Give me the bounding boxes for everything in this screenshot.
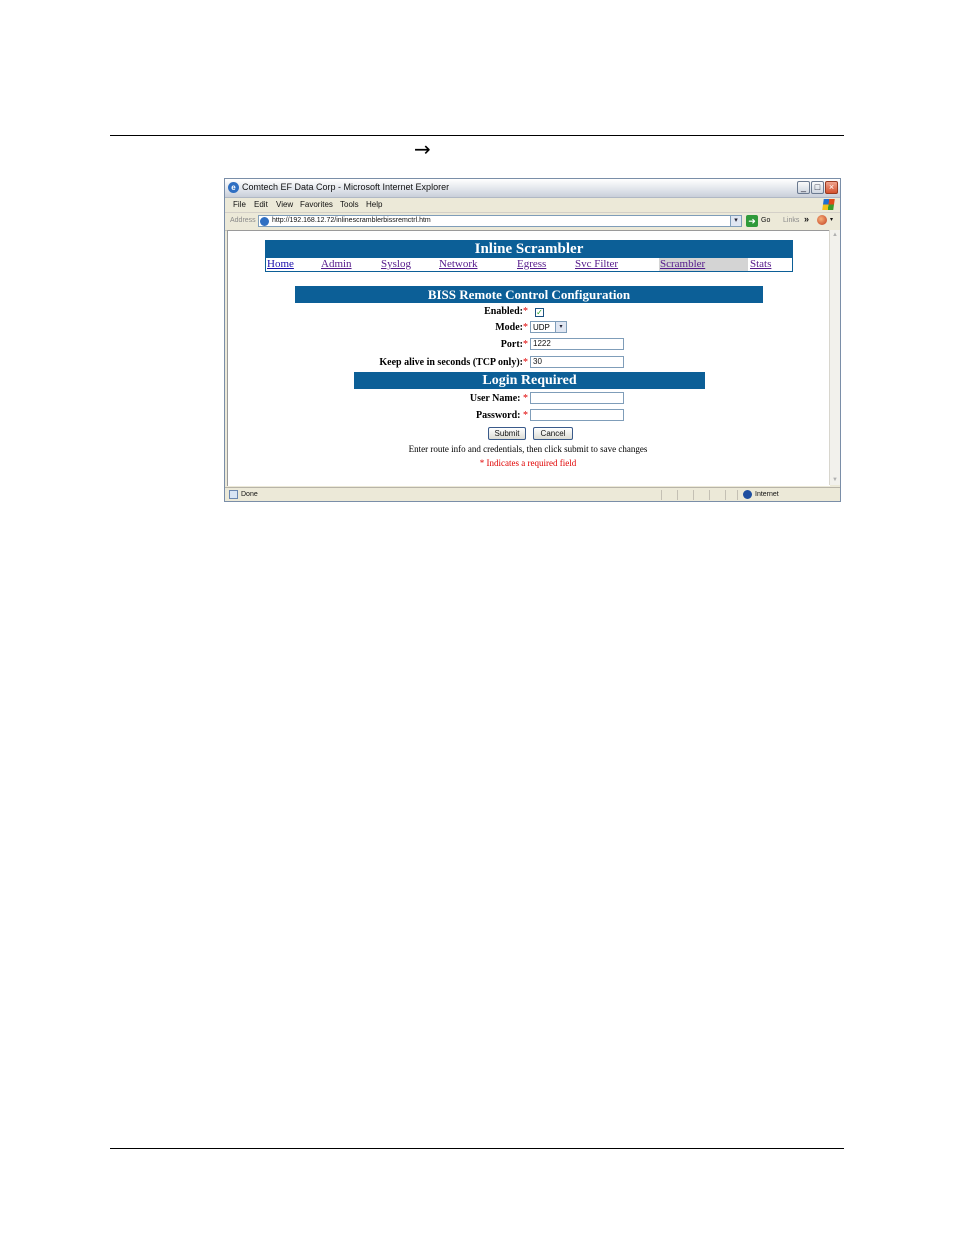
menu-tools[interactable]: Tools bbox=[340, 200, 359, 209]
minimize-button[interactable]: _ bbox=[797, 181, 810, 194]
username-label: User Name: * bbox=[469, 393, 528, 404]
close-button[interactable]: × bbox=[825, 181, 838, 194]
address-dropdown-icon[interactable]: ▾ bbox=[730, 216, 741, 226]
address-label: Address bbox=[230, 217, 256, 224]
keepalive-label: Keep alive in seconds (TCP only):* bbox=[379, 357, 528, 368]
mode-value: UDP bbox=[533, 323, 550, 332]
cancel-button[interactable]: Cancel bbox=[533, 427, 573, 440]
go-button[interactable]: Go bbox=[761, 217, 770, 224]
internet-zone-icon bbox=[743, 490, 752, 499]
nav-stats-link[interactable]: Stats bbox=[750, 258, 771, 270]
mode-select[interactable]: UDP ▾ bbox=[530, 321, 567, 333]
page-header: Inline Scrambler bbox=[265, 240, 793, 258]
status-divider bbox=[693, 490, 694, 500]
menu-favorites[interactable]: Favorites bbox=[300, 200, 333, 209]
login-title: Login Required bbox=[354, 372, 705, 389]
nav-admin-link[interactable]: Admin bbox=[321, 258, 352, 270]
username-input[interactable] bbox=[530, 392, 624, 404]
menu-bar: File Edit View Favorites Tools Help bbox=[225, 198, 840, 213]
port-label: Port:* bbox=[500, 339, 528, 350]
keepalive-input[interactable]: 30 bbox=[530, 356, 624, 368]
submit-button[interactable]: Submit bbox=[488, 427, 526, 440]
nav-home-link[interactable]: Home bbox=[267, 258, 294, 270]
nav-bar: Home Admin Syslog Network Egress Svc Fil… bbox=[265, 258, 793, 272]
address-bar: Address http://192.168.12.72/inlinescram… bbox=[225, 213, 840, 231]
scroll-down-icon[interactable]: ▼ bbox=[831, 476, 839, 484]
menu-edit[interactable]: Edit bbox=[254, 200, 268, 209]
vertical-scrollbar[interactable]: ▲ ▼ bbox=[829, 230, 840, 485]
maximize-button[interactable]: □ bbox=[811, 181, 824, 194]
enabled-checkbox[interactable]: ✓ bbox=[535, 308, 544, 317]
nav-syslog-link[interactable]: Syslog bbox=[381, 258, 411, 270]
status-divider bbox=[709, 490, 710, 500]
address-url: http://192.168.12.72/inlinescramblerbiss… bbox=[272, 217, 431, 224]
status-divider bbox=[725, 490, 726, 500]
document-top-rule bbox=[110, 135, 844, 136]
page-content: Inline Scrambler Home Admin Syslog Netwo… bbox=[227, 230, 830, 486]
toolbar-dropdown-icon[interactable]: ▾ bbox=[830, 216, 833, 223]
scroll-up-icon[interactable]: ▲ bbox=[831, 231, 839, 239]
nav-svc-filter-link[interactable]: Svc Filter bbox=[575, 258, 618, 270]
title-bar: e Comtech EF Data Corp - Microsoft Inter… bbox=[225, 179, 840, 198]
document-bottom-rule bbox=[110, 1148, 844, 1149]
status-text: Done bbox=[241, 491, 258, 498]
required-mark: * bbox=[523, 306, 528, 317]
mode-label: Mode:* bbox=[495, 322, 528, 333]
page-icon bbox=[260, 217, 269, 226]
password-input[interactable] bbox=[530, 409, 624, 421]
links-button[interactable]: Links bbox=[783, 217, 799, 224]
toolbar-extension-icon[interactable] bbox=[817, 215, 827, 225]
password-label: Password: * bbox=[476, 410, 528, 421]
status-bar: Done Internet bbox=[225, 487, 840, 501]
right-arrow-icon: → bbox=[414, 137, 431, 161]
go-arrow-icon[interactable]: ➜ bbox=[746, 215, 758, 227]
menu-file[interactable]: File bbox=[233, 200, 246, 209]
required-field-note: * Indicates a required field bbox=[479, 458, 577, 468]
status-divider bbox=[661, 490, 662, 500]
menu-help[interactable]: Help bbox=[366, 200, 382, 209]
section-title: BISS Remote Control Configuration bbox=[295, 286, 763, 303]
nav-network-link[interactable]: Network bbox=[439, 258, 478, 270]
window-controls: _ □ × bbox=[797, 181, 838, 194]
instruction-text: Enter route info and credentials, then c… bbox=[408, 444, 648, 454]
status-divider bbox=[737, 490, 738, 500]
enabled-label: Enabled:* bbox=[484, 306, 528, 317]
status-divider bbox=[677, 490, 678, 500]
page-status-icon bbox=[229, 490, 238, 499]
chevron-right-icon[interactable]: » bbox=[804, 214, 809, 224]
port-input[interactable]: 1222 bbox=[530, 338, 624, 350]
windows-logo-icon bbox=[822, 199, 835, 210]
address-input[interactable]: http://192.168.12.72/inlinescramblerbiss… bbox=[258, 215, 742, 227]
nav-egress-link[interactable]: Egress bbox=[517, 258, 546, 270]
zone-text: Internet bbox=[755, 491, 779, 498]
nav-scrambler-link[interactable]: Scrambler bbox=[660, 258, 705, 270]
browser-window: e Comtech EF Data Corp - Microsoft Inter… bbox=[224, 178, 841, 502]
ie-logo-icon: e bbox=[228, 182, 239, 193]
window-title: Comtech EF Data Corp - Microsoft Interne… bbox=[242, 182, 450, 192]
menu-view[interactable]: View bbox=[276, 200, 293, 209]
chevron-down-icon[interactable]: ▾ bbox=[555, 322, 566, 332]
